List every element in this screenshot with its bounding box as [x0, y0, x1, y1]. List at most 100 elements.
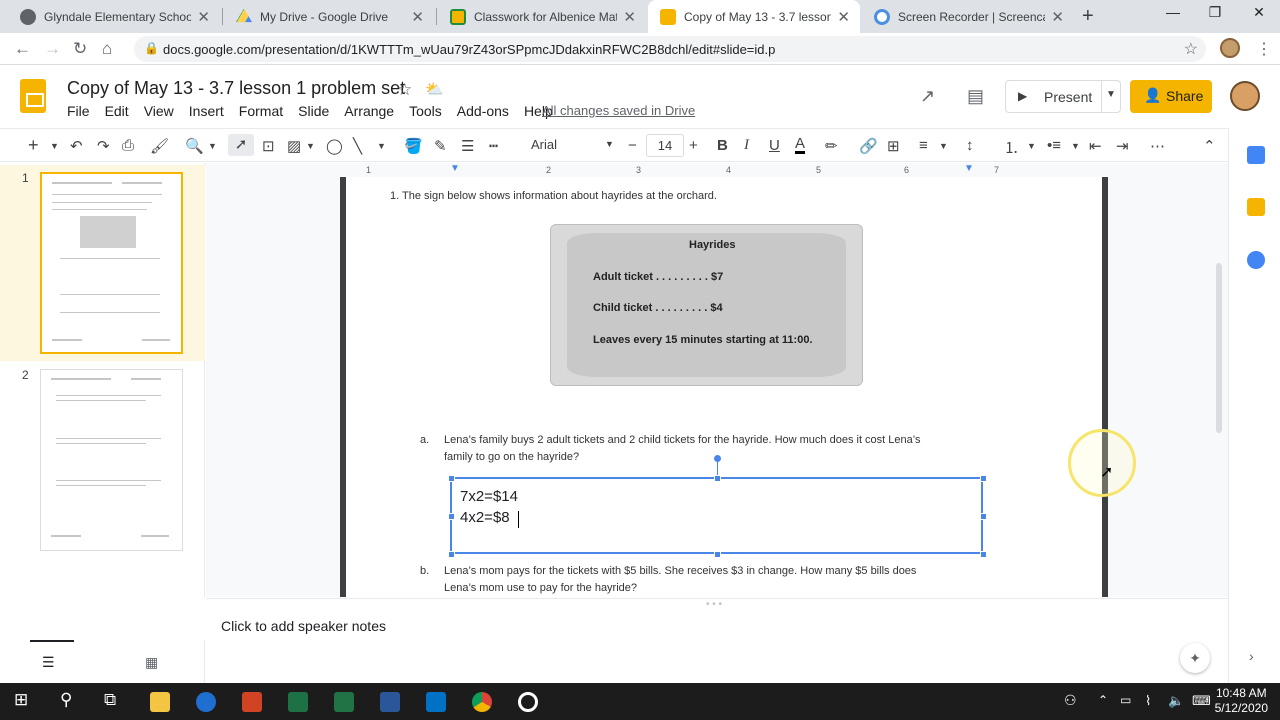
- speaker-notes-area[interactable]: • • • Click to add speaker notes: [206, 598, 1228, 683]
- chevron-down-icon[interactable]: ▼: [939, 141, 948, 151]
- slide-canvas[interactable]: ▼ 1 2 3 4 5 6 7 ▼ 1. The sign below show…: [206, 163, 1228, 597]
- more-options-icon[interactable]: ⋯: [1150, 137, 1165, 155]
- maximize-icon[interactable]: ❐: [1192, 4, 1238, 21]
- publisher-icon[interactable]: [288, 692, 308, 712]
- share-button[interactable]: 👤 Share: [1130, 80, 1212, 113]
- explore-button[interactable]: ✦: [1180, 643, 1210, 673]
- browser-tab[interactable]: Glyndale Elementary School ✕: [8, 0, 220, 33]
- resize-handle[interactable]: [448, 513, 455, 520]
- decrease-font-icon[interactable]: −: [628, 137, 637, 154]
- font-family-select[interactable]: Arial: [531, 137, 557, 152]
- close-icon[interactable]: ✕: [197, 8, 210, 26]
- decrease-indent-icon[interactable]: ⇤: [1089, 137, 1102, 155]
- line-spacing-icon[interactable]: ↕: [966, 137, 974, 154]
- resize-handle[interactable]: [980, 551, 987, 558]
- menu-tools[interactable]: Tools: [409, 103, 442, 119]
- resize-handle[interactable]: [448, 475, 455, 482]
- vertical-scrollbar[interactable]: [1216, 263, 1222, 433]
- chrome-menu-icon[interactable]: ⋮: [1256, 39, 1272, 59]
- menu-edit[interactable]: Edit: [105, 103, 129, 119]
- highlight-icon[interactable]: ✏: [825, 137, 838, 155]
- star-icon[interactable]: ☆: [397, 80, 412, 100]
- increase-indent-icon[interactable]: ⇥: [1116, 137, 1129, 155]
- keep-icon[interactable]: [1247, 198, 1265, 216]
- left-indent-marker-icon[interactable]: ▼: [450, 163, 460, 174]
- answer-line-1[interactable]: 7x2=$14: [460, 488, 518, 505]
- comments-icon[interactable]: ▤: [967, 86, 984, 107]
- document-title[interactable]: Copy of May 13 - 3.7 lesson 1 problem se…: [67, 78, 405, 99]
- browser-tab[interactable]: Classwork for Albenice Math ✕: [438, 0, 646, 33]
- menu-slide[interactable]: Slide: [298, 103, 329, 119]
- chevron-down-icon[interactable]: ▼: [306, 141, 315, 151]
- resize-handle[interactable]: [980, 513, 987, 520]
- input-language-icon[interactable]: ⌨: [1192, 693, 1211, 709]
- rotation-handle[interactable]: [714, 455, 721, 462]
- shape-icon[interactable]: ◯: [326, 137, 343, 155]
- word-icon[interactable]: [380, 692, 400, 712]
- chevron-down-icon[interactable]: ▼: [605, 139, 614, 149]
- menu-arrange[interactable]: Arrange: [344, 103, 394, 119]
- reload-icon[interactable]: ↻: [73, 39, 87, 59]
- save-status[interactable]: All changes saved in Drive: [542, 103, 695, 118]
- answer-line-2[interactable]: 4x2=$8: [460, 509, 510, 526]
- select-pointer-icon[interactable]: ➚: [228, 134, 254, 156]
- border-dash-icon[interactable]: ┅: [489, 137, 498, 155]
- grid-view-icon[interactable]: ▦: [145, 654, 158, 671]
- italic-icon[interactable]: I: [744, 137, 749, 154]
- file-explorer-icon[interactable]: [150, 692, 170, 712]
- slides-logo[interactable]: [20, 79, 46, 113]
- bookmark-star-icon[interactable]: ☆: [1184, 39, 1198, 59]
- slide-thumbnail[interactable]: [40, 172, 183, 354]
- link-icon[interactable]: 🔗: [859, 137, 878, 155]
- calendar-icon[interactable]: [1247, 146, 1265, 164]
- profile-avatar[interactable]: [1220, 38, 1240, 58]
- menu-view[interactable]: View: [144, 103, 174, 119]
- answer-text-box[interactable]: 7x2=$14 4x2=$8: [448, 455, 987, 558]
- battery-icon[interactable]: ▭: [1120, 693, 1131, 707]
- new-slide-icon[interactable]: +: [28, 135, 39, 156]
- chevron-down-icon[interactable]: ▼: [1106, 89, 1116, 100]
- redo-icon[interactable]: ↷: [97, 137, 110, 155]
- outlook-icon[interactable]: [426, 692, 446, 712]
- notes-resize-handle-icon[interactable]: • • •: [706, 599, 722, 610]
- resize-handle[interactable]: [448, 551, 455, 558]
- forward-icon[interactable]: →: [44, 39, 61, 59]
- windows-start-icon[interactable]: ⊞: [14, 690, 28, 710]
- close-icon[interactable]: ✕: [623, 8, 636, 26]
- text-box-icon[interactable]: ⊡: [262, 137, 275, 155]
- search-icon[interactable]: ⚲: [60, 690, 72, 710]
- numbered-list-icon[interactable]: ⒈: [1004, 137, 1019, 158]
- chevron-down-icon[interactable]: ▼: [1027, 141, 1036, 151]
- resize-handle[interactable]: [714, 475, 721, 482]
- close-icon[interactable]: ✕: [1051, 8, 1064, 26]
- increase-font-icon[interactable]: +: [689, 137, 698, 154]
- people-icon[interactable]: ⚇: [1064, 692, 1077, 709]
- edge-icon[interactable]: [196, 692, 216, 712]
- chevron-down-icon[interactable]: ▼: [208, 141, 217, 151]
- minimize-icon[interactable]: —: [1150, 4, 1196, 20]
- print-icon[interactable]: ⎙: [122, 137, 134, 154]
- back-icon[interactable]: ←: [14, 39, 31, 59]
- tasks-icon[interactable]: [1247, 251, 1265, 269]
- screencast-icon[interactable]: [518, 692, 538, 712]
- slide-thumbnail[interactable]: [40, 369, 183, 551]
- speaker-notes-placeholder[interactable]: Click to add speaker notes: [221, 618, 386, 634]
- close-icon[interactable]: ✕: [411, 8, 424, 26]
- menu-insert[interactable]: Insert: [189, 103, 224, 119]
- powerpoint-icon[interactable]: [242, 692, 262, 712]
- volume-icon[interactable]: 🔈: [1168, 693, 1184, 709]
- add-comment-icon[interactable]: ⊞: [887, 137, 900, 155]
- chevron-down-icon[interactable]: ▼: [377, 141, 386, 151]
- excel-icon[interactable]: [334, 692, 354, 712]
- right-indent-marker-icon[interactable]: ▼: [964, 163, 974, 174]
- browser-tab[interactable]: My Drive - Google Drive ✕: [224, 0, 434, 33]
- chrome-icon[interactable]: [472, 692, 492, 712]
- cloud-status-icon[interactable]: ⛅: [425, 80, 444, 98]
- browser-tab[interactable]: Screen Recorder | Screencast-O ✕: [862, 0, 1074, 33]
- menu-addons[interactable]: Add-ons: [457, 103, 509, 119]
- border-color-icon[interactable]: ✎: [434, 137, 447, 155]
- taskbar-clock[interactable]: 10:48 AM 5/12/2020: [1215, 686, 1268, 716]
- underline-icon[interactable]: U: [769, 137, 780, 154]
- resize-handle[interactable]: [714, 551, 721, 558]
- bulleted-list-icon[interactable]: •≡: [1047, 137, 1061, 154]
